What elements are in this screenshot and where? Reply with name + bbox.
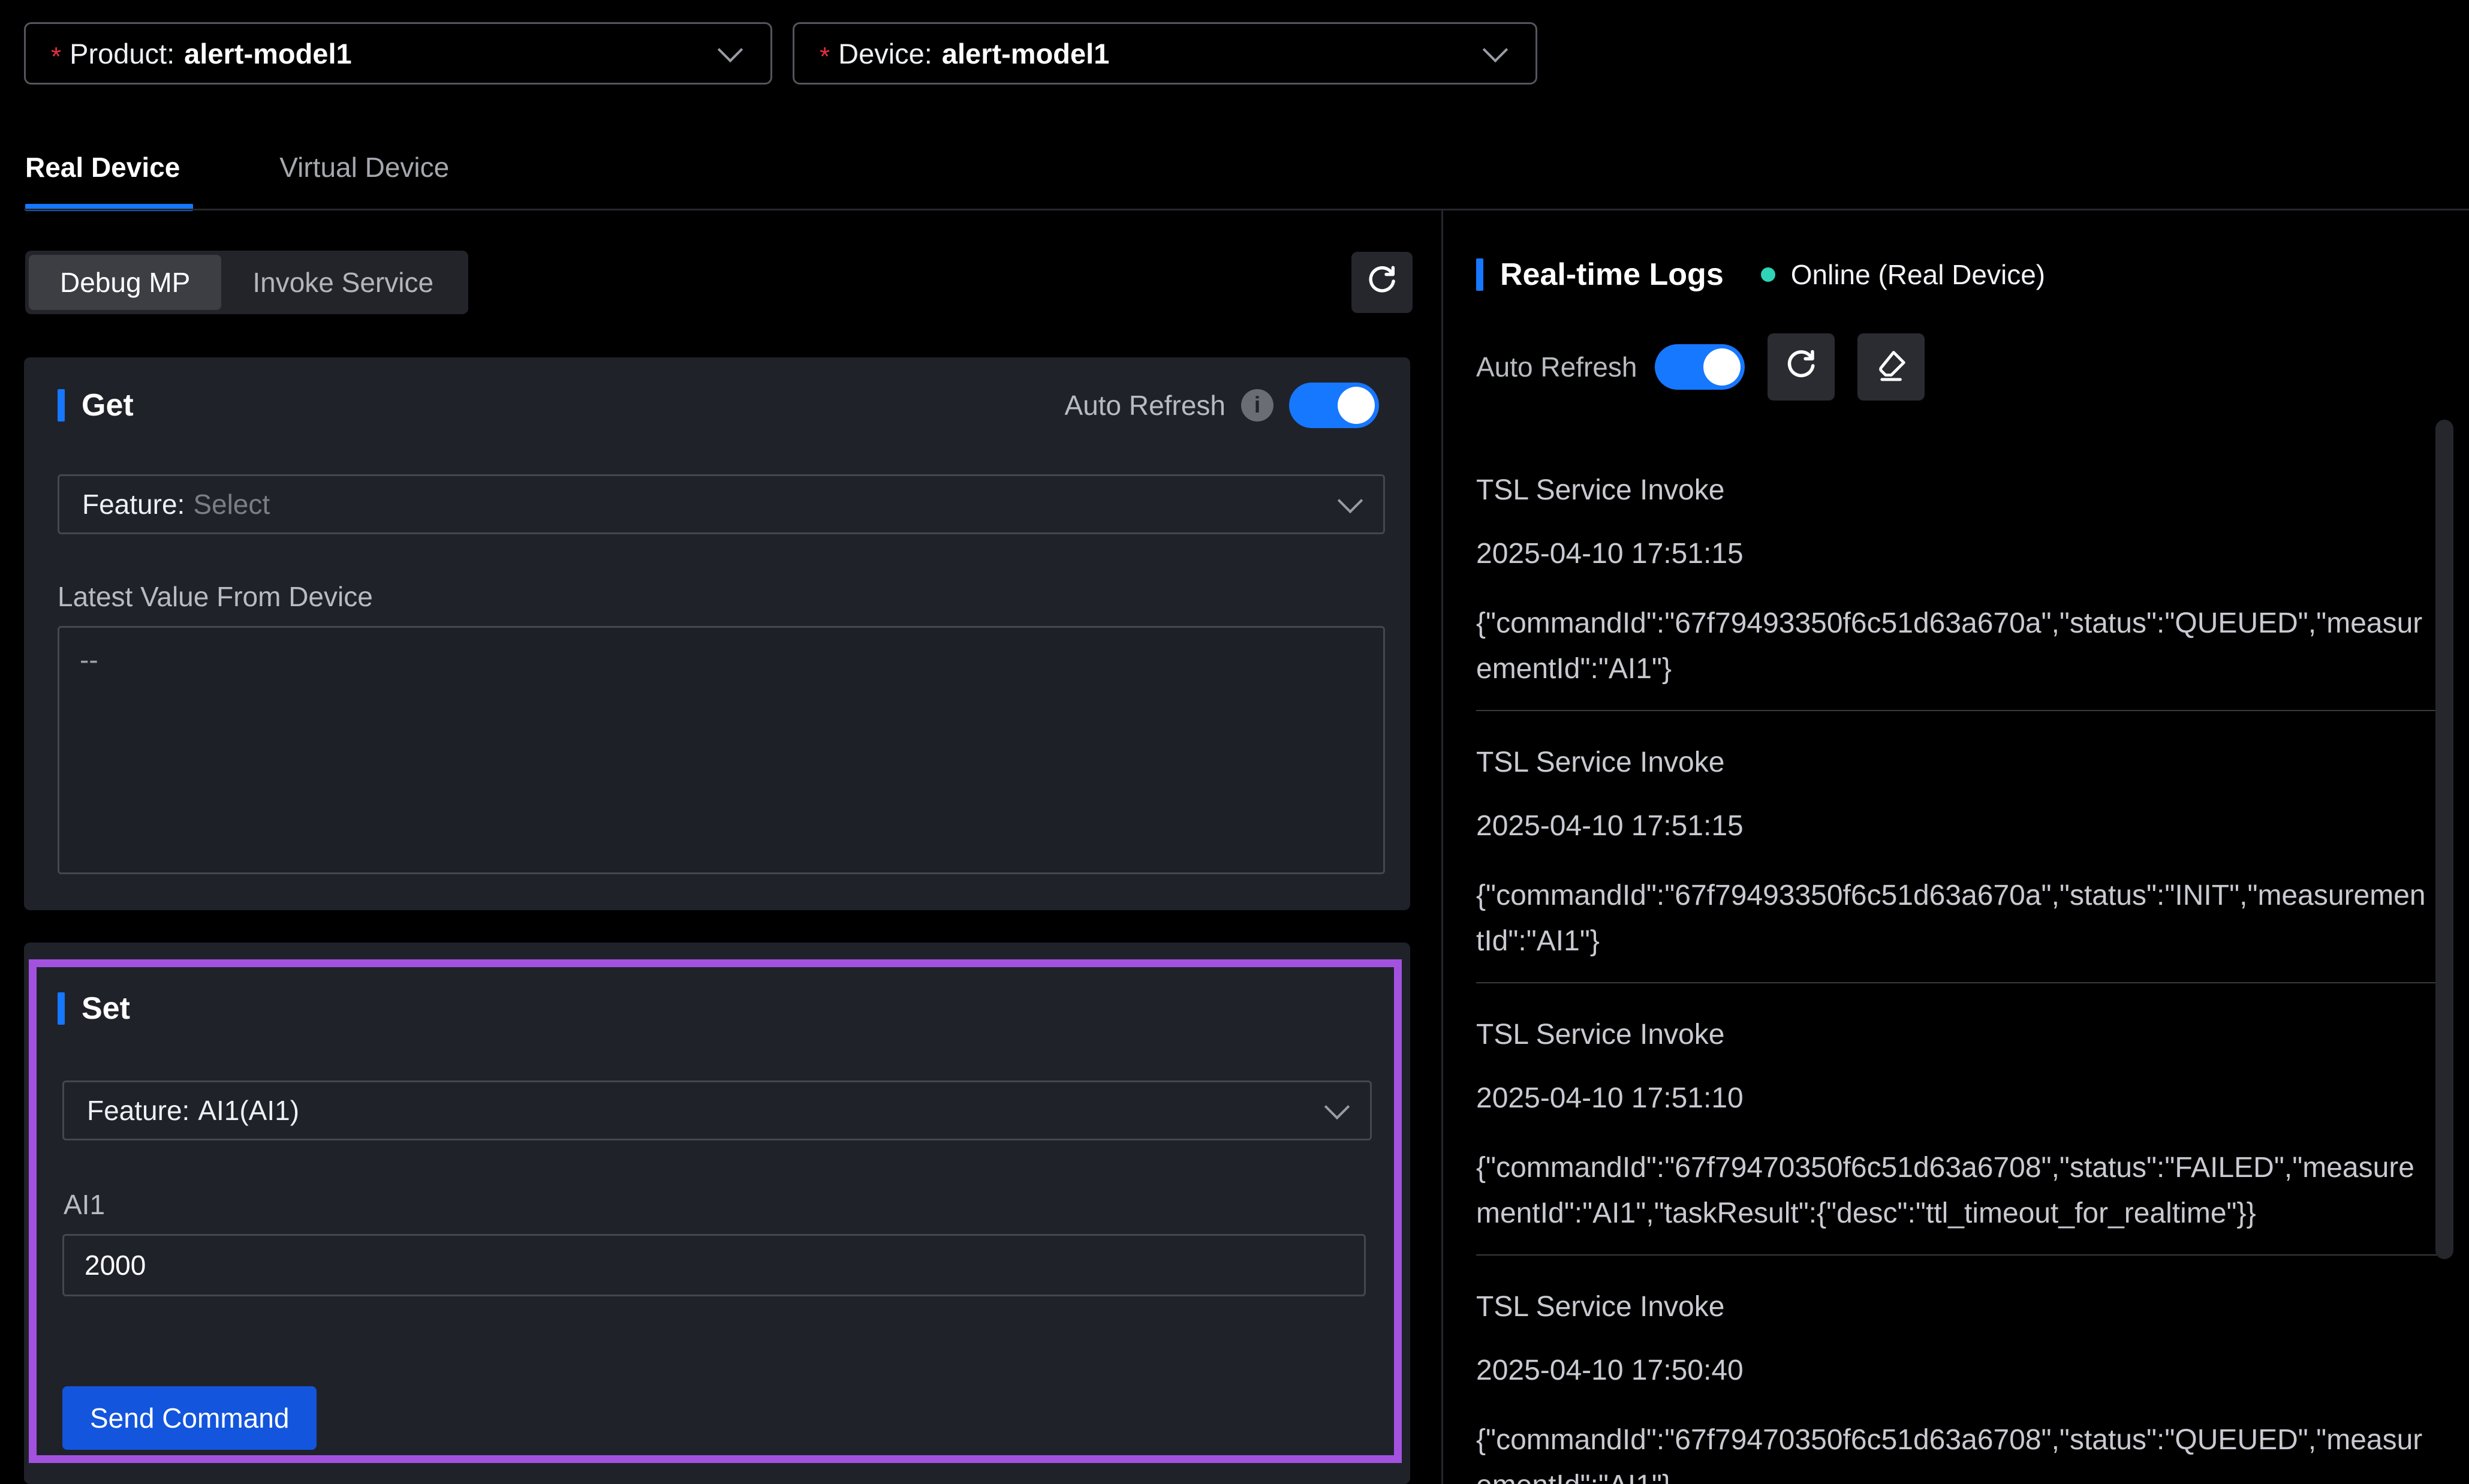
toggle-knob bbox=[1338, 387, 1375, 424]
product-select[interactable]: * Product: alert-model1 bbox=[24, 22, 772, 85]
set-feature-select[interactable]: Feature: AI1(AI1) bbox=[62, 1080, 1372, 1140]
log-timestamp: 2025-04-10 17:51:15 bbox=[1476, 537, 2449, 571]
set-param-input[interactable] bbox=[62, 1234, 1366, 1296]
debug-mode-segmented-control: Debug MP Invoke Service bbox=[25, 251, 468, 314]
online-status-text: Online (Real Device) bbox=[1791, 258, 2045, 291]
log-title: TSL Service Invoke bbox=[1476, 746, 2449, 779]
get-auto-refresh-toggle[interactable] bbox=[1289, 383, 1379, 428]
device-type-tabs: Real Device Virtual Device bbox=[25, 151, 449, 183]
chevron-down-icon bbox=[1338, 488, 1363, 513]
online-status-dot bbox=[1761, 267, 1775, 282]
logs-refresh-button[interactable] bbox=[1768, 333, 1835, 401]
set-section-title: Set bbox=[82, 991, 130, 1027]
log-title: TSL Service Invoke bbox=[1476, 1290, 2449, 1324]
logs-scrollbar[interactable] bbox=[2435, 420, 2453, 1259]
refresh-icon bbox=[1782, 347, 1820, 388]
device-select-value: alert-model1 bbox=[942, 37, 1109, 70]
eraser-icon bbox=[1872, 347, 1910, 388]
logs-auto-refresh-toggle[interactable] bbox=[1655, 344, 1745, 390]
latest-value-label: Latest Value From Device bbox=[58, 580, 373, 613]
device-select-label: Device: bbox=[838, 37, 932, 70]
get-section-card: Get Auto Refresh i Feature: Select Lates… bbox=[24, 357, 1410, 910]
product-select-label: Product: bbox=[70, 37, 174, 70]
chevron-down-icon bbox=[1324, 1094, 1350, 1119]
chevron-down-icon bbox=[1483, 37, 1508, 62]
latest-value-textarea[interactable]: -- bbox=[58, 626, 1385, 874]
log-timestamp: 2025-04-10 17:50:40 bbox=[1476, 1354, 2449, 1387]
segment-invoke-service[interactable]: Invoke Service bbox=[221, 255, 465, 310]
panel-refresh-button[interactable] bbox=[1351, 252, 1413, 313]
log-entry: TSL Service Invoke 2025-04-10 17:51:10 {… bbox=[1476, 983, 2449, 1256]
segment-debug-mp[interactable]: Debug MP bbox=[29, 255, 221, 310]
log-entry: TSL Service Invoke 2025-04-10 17:50:40 {… bbox=[1476, 1256, 2449, 1484]
section-accent-bar bbox=[58, 389, 65, 422]
log-title: TSL Service Invoke bbox=[1476, 1018, 2449, 1052]
feature-select-placeholder: Select bbox=[193, 488, 270, 520]
log-payload: {"commandId":"67f79470350f6c51d63a6708",… bbox=[1476, 1417, 2429, 1484]
set-section-card: Set Feature: AI1(AI1) AI1 Send Command bbox=[24, 943, 1410, 1484]
log-entry: TSL Service Invoke 2025-04-10 17:51:15 {… bbox=[1476, 711, 2449, 983]
get-feature-select[interactable]: Feature: Select bbox=[58, 474, 1385, 534]
realtime-logs-title: Real-time Logs bbox=[1500, 257, 1724, 293]
required-asterisk: * bbox=[820, 42, 830, 72]
device-status: Online (Real Device) bbox=[1761, 258, 2045, 291]
chevron-down-icon bbox=[718, 37, 743, 62]
log-payload: {"commandId":"67f79470350f6c51d63a6708",… bbox=[1476, 1145, 2429, 1236]
section-accent-bar bbox=[1476, 258, 1483, 291]
info-icon[interactable]: i bbox=[1241, 389, 1273, 422]
logs-clear-button[interactable] bbox=[1857, 333, 1925, 401]
feature-select-value: AI1(AI1) bbox=[198, 1094, 299, 1127]
refresh-icon bbox=[1363, 263, 1401, 303]
get-section-title: Get bbox=[82, 387, 134, 423]
tab-virtual-device[interactable]: Virtual Device bbox=[279, 151, 449, 183]
auto-refresh-label: Auto Refresh bbox=[1065, 389, 1226, 422]
send-command-button[interactable]: Send Command bbox=[62, 1386, 317, 1450]
tabs-divider-line bbox=[24, 209, 2469, 210]
section-accent-bar bbox=[58, 992, 65, 1025]
log-list[interactable]: TSL Service Invoke 2025-04-10 17:51:15 {… bbox=[1476, 439, 2449, 1484]
toggle-knob bbox=[1703, 348, 1741, 386]
tab-real-device[interactable]: Real Device bbox=[25, 151, 180, 183]
log-title: TSL Service Invoke bbox=[1476, 474, 2449, 507]
product-select-value: alert-model1 bbox=[184, 37, 351, 70]
set-param-label: AI1 bbox=[64, 1188, 105, 1221]
feature-select-label: Feature: bbox=[87, 1094, 189, 1127]
log-payload: {"commandId":"67f79493350f6c51d63a670a",… bbox=[1476, 873, 2429, 964]
device-select[interactable]: * Device: alert-model1 bbox=[793, 22, 1537, 85]
logs-auto-refresh-label: Auto Refresh bbox=[1476, 351, 1637, 383]
log-entry: TSL Service Invoke 2025-04-10 17:51:15 {… bbox=[1476, 439, 2449, 711]
required-asterisk: * bbox=[51, 42, 61, 72]
feature-select-label: Feature: bbox=[82, 488, 185, 520]
log-payload: {"commandId":"67f79493350f6c51d63a670a",… bbox=[1476, 601, 2429, 692]
panel-divider bbox=[1441, 209, 1443, 1484]
log-timestamp: 2025-04-10 17:51:10 bbox=[1476, 1082, 2449, 1115]
log-timestamp: 2025-04-10 17:51:15 bbox=[1476, 809, 2449, 843]
